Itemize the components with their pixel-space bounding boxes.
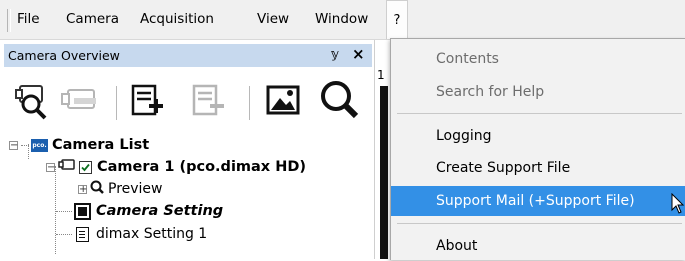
- document-tab-label[interactable]: 1: [377, 68, 385, 82]
- remove-setting-icon[interactable]: [186, 78, 230, 124]
- collapse-icon[interactable]: −: [46, 162, 55, 172]
- document-area-dark: [380, 86, 388, 259]
- menu-item-search-help-label: Search for Help: [436, 84, 545, 100]
- zoom-icon[interactable]: [318, 78, 362, 124]
- menu-view[interactable]: View: [257, 11, 289, 27]
- camera-checkbox[interactable]: [79, 160, 92, 174]
- menu-item-contents-label: Contents: [436, 51, 499, 67]
- tree-label-camera-list: Camera List: [52, 137, 150, 153]
- expand-icon[interactable]: +: [78, 184, 87, 194]
- cursor-icon: [671, 192, 685, 219]
- panel-title: Camera Overview: [8, 48, 120, 63]
- menu-item-support-mail[interactable]: Support Mail (+Support File): [391, 186, 685, 216]
- menu-item-about[interactable]: About: [391, 231, 685, 261]
- collapse-icon[interactable]: −: [9, 140, 18, 150]
- tree-row-preview[interactable]: + Preview: [78, 178, 163, 200]
- menu-item-support-mail-label: Support Mail (+Support File): [436, 193, 635, 209]
- menu-item-logging-label: Logging: [436, 128, 492, 144]
- tree-row-camera-list[interactable]: − pco. Camera List: [9, 134, 149, 156]
- magnifier-icon: [90, 180, 104, 198]
- menu-item-create-support-file[interactable]: Create Support File: [391, 153, 685, 183]
- menu-item-about-label: About: [436, 238, 478, 254]
- tree-row-dimax-setting[interactable]: dimax Setting 1: [56, 223, 207, 245]
- panel-header: Camera Overview 𝕪 ×: [4, 44, 372, 67]
- help-dropdown-menu: Contents Search for Help Logging Create …: [390, 38, 685, 260]
- image-icon[interactable]: [262, 78, 306, 124]
- pco-logo-icon: pco.: [31, 138, 48, 152]
- document-icon: [76, 226, 89, 242]
- menu-camera[interactable]: Camera: [66, 11, 119, 27]
- menu-item-logging[interactable]: Logging: [391, 121, 685, 151]
- tree-label-camera: Camera 1 (pco.dimax HD): [97, 159, 307, 175]
- menu-acquisition[interactable]: Acquisition: [140, 11, 214, 27]
- menu-item-contents[interactable]: Contents: [391, 44, 685, 74]
- camera-overview-panel: Camera Overview 𝕪 × − pco. Camera List −…: [0, 40, 374, 259]
- tree-label-dimax-setting: dimax Setting 1: [96, 226, 208, 242]
- tree-row-camera[interactable]: − Camera 1 (pco.dimax HD): [46, 156, 306, 178]
- setting-icon: [74, 202, 91, 220]
- add-setting-icon[interactable]: [125, 78, 169, 124]
- pin-icon[interactable]: 𝕪: [331, 47, 339, 61]
- menu-item-create-support-file-label: Create Support File: [436, 160, 571, 176]
- menubar-grip: [7, 9, 11, 32]
- menu-file[interactable]: File: [17, 11, 40, 27]
- find-camera-icon[interactable]: [14, 78, 58, 124]
- menu-bar: File Camera Acquisition View Window ?: [0, 0, 685, 40]
- toolbar-separator: [116, 86, 117, 120]
- camera-icon: [58, 158, 76, 176]
- tree-label-preview: Preview: [108, 181, 163, 197]
- toolbar-separator: [249, 86, 250, 120]
- menu-item-search-help[interactable]: Search for Help: [391, 77, 685, 107]
- menu-separator: [397, 223, 682, 224]
- disconnect-camera-icon[interactable]: [58, 78, 102, 124]
- menu-help[interactable]: ?: [386, 0, 408, 39]
- tree-label-camera-setting: Camera Setting: [96, 203, 224, 219]
- tree-row-camera-setting[interactable]: Camera Setting: [56, 200, 223, 222]
- close-icon[interactable]: ×: [352, 45, 365, 63]
- menu-window[interactable]: Window: [315, 11, 368, 27]
- menu-separator: [397, 113, 682, 114]
